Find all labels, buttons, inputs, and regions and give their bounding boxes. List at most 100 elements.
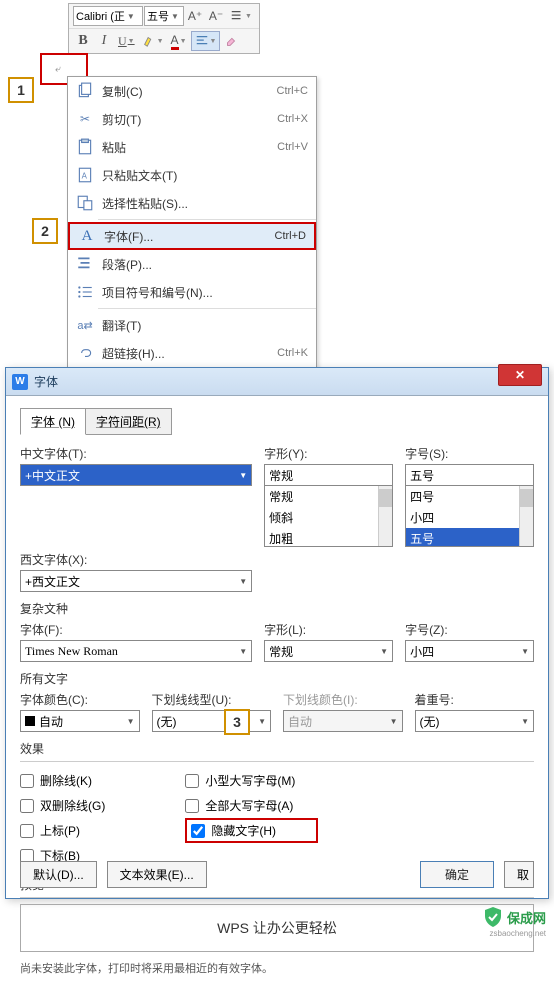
menu-bullets-label: 项目符号和编号(N)... (102, 284, 308, 301)
text-effect-button[interactable]: 文本效果(E)... (107, 861, 207, 888)
color-combo[interactable]: 自动▼ (20, 710, 140, 732)
app-icon: W (12, 374, 28, 390)
translate-icon: a⇄ (76, 316, 94, 334)
font-name-combo[interactable]: Calibri (正▼ (73, 6, 143, 26)
dialog-title: 字体 (34, 373, 542, 390)
grow-font-button[interactable]: A⁺ (185, 6, 205, 26)
line-spacing-button[interactable]: ▼ (227, 6, 255, 26)
complex-section-label: 复杂文种 (20, 600, 534, 617)
menu-hyperlink-shortcut: Ctrl+K (277, 347, 308, 359)
c-font-combo[interactable]: Times New Roman▼ (20, 640, 252, 662)
superscript-checkbox[interactable]: 上标(P) (20, 822, 105, 839)
menu-separator-2 (98, 308, 316, 309)
color-label: 字体颜色(C): (20, 691, 140, 708)
scrollbar[interactable] (519, 486, 533, 546)
menu-paste-shortcut: Ctrl+V (277, 141, 308, 153)
shrink-font-button[interactable]: A⁻ (206, 6, 226, 26)
watermark-text: 保成网 (507, 908, 546, 927)
menu-paste-special-label: 选择性粘贴(S)... (102, 195, 308, 212)
close-button[interactable]: ✕ (498, 364, 542, 386)
menu-translate[interactable]: a⇄ 翻译(T) (68, 311, 316, 339)
underline-button[interactable]: U▼ (115, 31, 138, 51)
paragraph-icon (76, 255, 94, 273)
link-icon (76, 344, 94, 362)
default-button[interactable]: 默认(D)... (20, 861, 97, 888)
menu-bullets[interactable]: 项目符号和编号(N)... (68, 278, 316, 306)
font-a-icon: A (78, 227, 96, 245)
menu-translate-label: 翻译(T) (102, 317, 308, 334)
menu-copy[interactable]: 复制(C) Ctrl+C (68, 77, 316, 105)
tab-font[interactable]: 字体 (N) (20, 408, 86, 435)
menu-cut[interactable]: ✂ 剪切(T) Ctrl+X (68, 105, 316, 133)
en-font-label: 西文字体(X): (20, 551, 252, 568)
ok-button[interactable]: 确定 (420, 861, 494, 888)
scissors-icon: ✂ (76, 110, 94, 128)
allcaps-checkbox[interactable]: 全部大写字母(A) (185, 797, 318, 814)
highlight-button[interactable]: ▼ (139, 31, 167, 51)
menu-cut-label: 剪切(T) (102, 111, 269, 128)
en-font-combo[interactable]: +西文正文▼ (20, 570, 252, 592)
all-text-label: 所有文字 (20, 670, 534, 687)
align-button[interactable]: ▼ (191, 31, 221, 51)
menu-font[interactable]: A 字体(F)... Ctrl+D (68, 222, 316, 250)
font-color-button[interactable]: A▼ (168, 31, 190, 51)
step-badge-3: 3 (224, 709, 250, 735)
style-label: 字形(Y): (264, 445, 393, 462)
font-size-combo[interactable]: 五号▼ (144, 6, 184, 26)
bullets-icon (76, 283, 94, 301)
context-menu: 复制(C) Ctrl+C ✂ 剪切(T) Ctrl+X 粘贴 Ctrl+V A … (67, 76, 317, 368)
italic-button[interactable]: I (94, 31, 114, 51)
dialog-titlebar: W 字体 (6, 368, 548, 396)
smallcaps-checkbox[interactable]: 小型大写字母(M) (185, 772, 318, 789)
step-badge-1: 1 (8, 77, 34, 103)
menu-hyperlink-label: 超链接(H)... (102, 345, 269, 362)
svg-text:A: A (82, 171, 88, 180)
preview-box: WPS 让办公更轻松 (20, 904, 534, 952)
menu-font-label: 字体(F)... (104, 228, 267, 245)
mini-toolbar: Calibri (正▼ 五号▼ A⁺ A⁻ ▼ B I U▼ ▼ A▼ ▼ (68, 3, 260, 54)
eraser-button[interactable] (221, 31, 241, 51)
menu-paragraph-label: 段落(P)... (102, 256, 308, 273)
style-combo[interactable]: 常规 (264, 464, 393, 486)
underline-combo[interactable]: (无)▼ (152, 710, 272, 732)
underline-label: 下划线线型(U): (152, 691, 272, 708)
menu-copy-label: 复制(C) (102, 83, 269, 100)
watermark: 保成网 (483, 906, 546, 928)
underline-color-label: 下划线颜色(I): (283, 691, 403, 708)
menu-copy-shortcut: Ctrl+C (277, 85, 308, 97)
menu-paste[interactable]: 粘贴 Ctrl+V (68, 133, 316, 161)
bold-button[interactable]: B (73, 31, 93, 51)
tab-char-spacing[interactable]: 字符间距(R) (85, 408, 172, 435)
font-dialog: W 字体 ✕ 字体 (N) 字符间距(R) 中文字体(T): +中文正文▼ 字形… (5, 367, 549, 899)
cn-font-combo[interactable]: +中文正文▼ (20, 464, 252, 486)
menu-paste-text-label: 只粘贴文本(T) (102, 167, 308, 184)
paste-text-icon: A (76, 166, 94, 184)
menu-separator (98, 219, 316, 220)
clipboard-icon (76, 138, 94, 156)
c-style-combo[interactable]: 常规▼ (264, 640, 393, 662)
scrollbar[interactable] (378, 486, 392, 546)
c-style-label: 字形(L): (264, 621, 393, 638)
strike-checkbox[interactable]: 删除线(K) (20, 772, 105, 789)
menu-paste-text[interactable]: A 只粘贴文本(T) (68, 161, 316, 189)
emphasis-label: 着重号: (415, 691, 535, 708)
menu-paragraph[interactable]: 段落(P)... (68, 250, 316, 278)
size-combo[interactable]: 五号 (405, 464, 534, 486)
emphasis-combo[interactable]: (无)▼ (415, 710, 535, 732)
hidden-checkbox[interactable]: 隐藏文字(H) (191, 822, 276, 839)
cn-font-label: 中文字体(T): (20, 445, 252, 462)
c-size-combo[interactable]: 小四▼ (405, 640, 534, 662)
effects-label: 效果 (20, 740, 534, 757)
style-listbox[interactable]: 常规 倾斜 加粗 (264, 485, 393, 547)
menu-paste-special[interactable]: 选择性粘贴(S)... (68, 189, 316, 217)
paste-special-icon (76, 194, 94, 212)
font-hint: 尚未安装此字体，打印时将采用最相近的有效字体。 (20, 960, 534, 976)
size-listbox[interactable]: 四号 小四 五号 (405, 485, 534, 547)
menu-paste-label: 粘贴 (102, 139, 269, 156)
menu-hyperlink[interactable]: 超链接(H)... Ctrl+K (68, 339, 316, 367)
c-size-label: 字号(Z): (405, 621, 534, 638)
cancel-button[interactable]: 取 (504, 861, 534, 888)
double-strike-checkbox[interactable]: 双删除线(G) (20, 797, 105, 814)
underline-color-combo: 自动▼ (283, 710, 403, 732)
c-font-label: 字体(F): (20, 621, 252, 638)
